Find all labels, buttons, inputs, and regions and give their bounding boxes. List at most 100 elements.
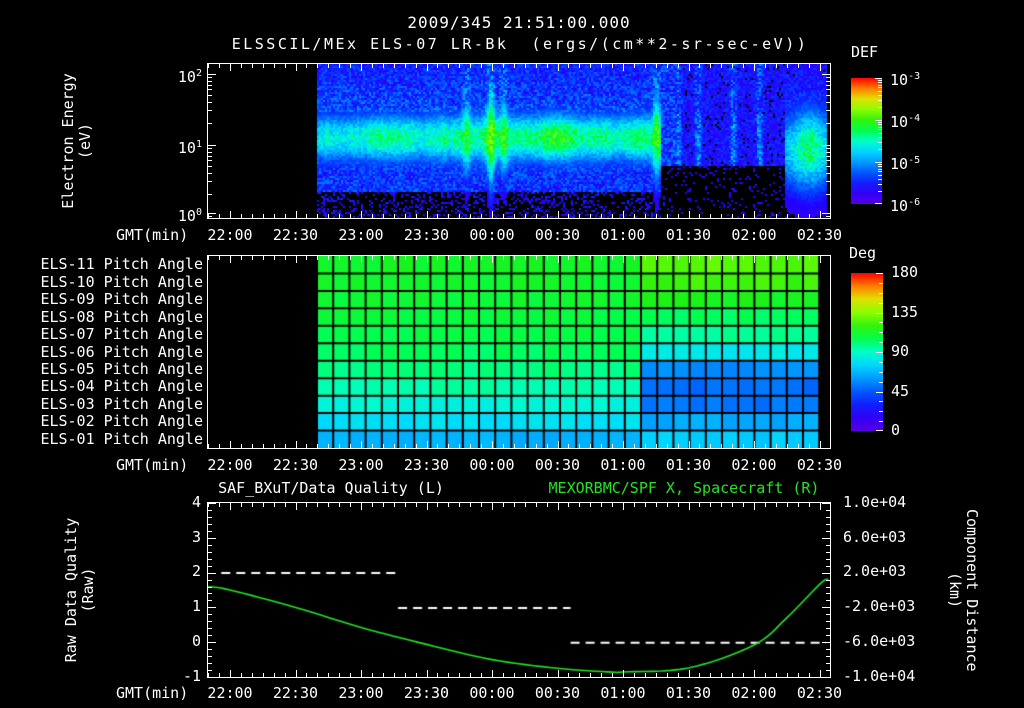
energy-tick-label: 101 <box>152 136 202 157</box>
axis-tick <box>251 673 253 677</box>
axis-tick <box>350 673 352 677</box>
axis-tick <box>361 256 362 263</box>
axis-tick <box>273 673 275 677</box>
axis-tick <box>404 64 406 68</box>
axis-tick <box>317 673 319 677</box>
axis-tick <box>826 600 830 602</box>
axis-tick <box>208 614 212 616</box>
axis-tick <box>878 124 882 126</box>
axis-tick <box>677 256 679 260</box>
axis-tick <box>775 444 777 448</box>
axis-tick <box>754 441 755 448</box>
distance-tick-label: -2.0e+03 <box>843 597 916 615</box>
axis-tick <box>415 214 417 218</box>
axis-tick <box>826 151 830 153</box>
axis-tick <box>666 64 668 68</box>
axis-tick <box>579 256 581 260</box>
axis-tick <box>826 544 830 546</box>
axis-tick <box>826 94 830 96</box>
axis-tick <box>644 214 646 218</box>
time-tick-label: 02:00 <box>731 684 777 702</box>
axis-tick <box>295 441 297 448</box>
energy-tick-label-base: 10 <box>177 207 196 225</box>
axis-tick <box>633 444 635 448</box>
axis-tick <box>284 64 286 68</box>
axis-tick <box>382 256 384 260</box>
axis-tick <box>208 160 212 162</box>
axis-tick <box>208 101 212 103</box>
axis-tick <box>721 444 723 448</box>
axis-tick <box>306 256 308 260</box>
axis-tick <box>822 503 830 504</box>
axis-tick <box>826 193 830 195</box>
time-tick-label: 00:00 <box>469 226 515 244</box>
axis-tick <box>208 593 212 595</box>
axis-tick <box>743 673 745 677</box>
axis-tick <box>826 523 830 525</box>
axis-tick <box>513 503 515 507</box>
quality-axis-title: Raw Data Quality (Raw) <box>62 480 97 700</box>
axis-tick <box>481 64 483 68</box>
axis-tick <box>826 122 830 124</box>
axis-tick <box>797 256 799 260</box>
axis-tick <box>208 565 212 567</box>
axis-tick <box>826 558 830 560</box>
axis-tick <box>822 74 830 75</box>
axis-tick <box>612 214 614 218</box>
axis-tick <box>808 214 810 218</box>
axis-tick <box>633 673 635 677</box>
energy-tick-label-exponent: 0 <box>195 207 202 218</box>
pitch-row-label: ELS-02 Pitch Angle <box>40 412 203 431</box>
axis-tick <box>437 503 439 507</box>
axis-tick <box>826 181 830 183</box>
time-tick-label: 23:00 <box>338 226 384 244</box>
axis-tick <box>208 151 212 153</box>
axis-tick <box>513 64 515 68</box>
axis-tick <box>208 572 216 574</box>
axis-tick <box>879 361 883 363</box>
axis-tick <box>878 121 882 123</box>
axis-tick <box>492 503 493 510</box>
axis-tick <box>448 64 450 68</box>
axis-tick <box>878 171 882 173</box>
axis-tick <box>492 441 493 448</box>
energy-tick-label: 102 <box>152 65 202 86</box>
axis-tick <box>470 64 472 68</box>
axis-tick <box>879 282 883 284</box>
time-tick-label: 01:00 <box>600 456 646 474</box>
axis-tick <box>764 444 766 448</box>
axis-tick <box>590 444 592 448</box>
pitch-row-label: ELS-08 Pitch Angle <box>40 307 203 326</box>
axis-tick <box>361 670 362 677</box>
axis-tick <box>879 342 883 344</box>
axis-tick <box>826 148 830 150</box>
axis-tick <box>826 635 830 637</box>
time-tick-label: 00:00 <box>469 684 515 702</box>
axis-tick <box>328 256 330 260</box>
gmt-axis-row-2: GMT(min) 22:00 22:30 23:00 23:30 00:00 00:30 01… <box>0 457 1024 475</box>
els-quicklook-figure: 2009/345 21:51:00.000 ELSSCIL/MEx ELS-07… <box>0 0 1024 708</box>
axis-tick <box>437 444 439 448</box>
axis-tick <box>879 381 883 383</box>
axis-tick <box>612 673 614 677</box>
axis-tick <box>317 64 319 68</box>
axis-tick <box>208 193 212 195</box>
axis-tick <box>710 214 712 218</box>
energy-axis-title-line2: (eV) <box>76 122 94 160</box>
axis-tick <box>878 129 882 131</box>
def-tick-label: 10-6 <box>890 194 950 215</box>
axis-tick <box>262 214 264 218</box>
time-tick-label: 22:00 <box>207 226 253 244</box>
axis-tick <box>666 256 668 260</box>
axis-tick <box>612 64 614 68</box>
axis-tick <box>208 635 212 637</box>
time-tick-label: 00:30 <box>534 456 581 474</box>
axis-tick <box>612 444 614 448</box>
def-tick-label-exponent: -5 <box>908 155 921 166</box>
axis-tick <box>875 162 882 163</box>
axis-tick <box>775 214 777 218</box>
axis-tick <box>240 214 242 218</box>
axis-tick <box>240 444 242 448</box>
time-tick-label: 00:30 <box>534 684 581 702</box>
axis-tick <box>350 444 352 448</box>
